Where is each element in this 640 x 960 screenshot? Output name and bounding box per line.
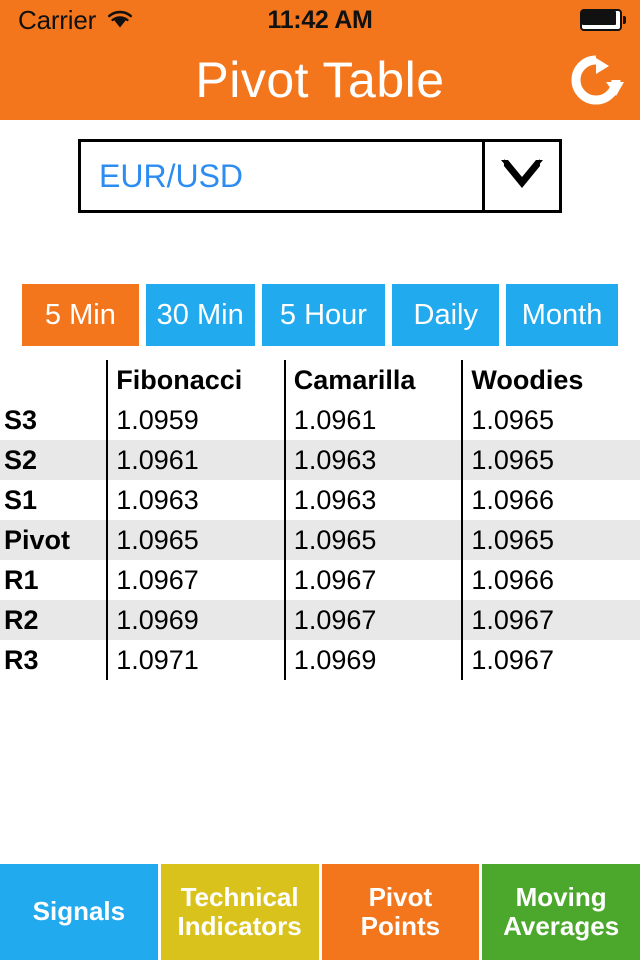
cell-pivot-camarilla: 1.0965 [284,520,464,560]
bottom-tab-pivot-points[interactable]: Pivot Points [321,864,480,960]
row-label-s2: S2 [0,440,109,480]
cell-r1-woodies: 1.0966 [471,564,554,595]
cell-r3-woodies: 1.0967 [471,644,554,675]
cell-r3-fibonacci: 1.0971 [107,640,286,680]
table-header-row: Fibonacci Camarilla Woodies [0,360,640,400]
row-label-s1: S1 [0,480,109,520]
cell-r2-woodies: 1.0967 [462,600,640,640]
timeframe-tab-label: Daily [413,298,478,331]
cell-s1-fibonacci: 1.0963 [107,480,286,520]
cell-s2-woodies: 1.0965 [462,440,640,480]
cell-r1-fibonacci: 1.0967 [107,560,286,600]
cell-pivot-woodies: 1.0965 [462,520,640,560]
bottom-tab-signals[interactable]: Signals [0,864,158,960]
chevron-down-icon [498,157,546,196]
timeframe-tab-5hour[interactable]: 5 Hour [261,284,386,346]
bottom-tab-bar: Signals Technical Indicators Pivot Point… [0,864,640,960]
symbol-dropdown-button[interactable] [482,139,562,213]
bottom-tab-label: Pivot Points [360,881,441,941]
symbol-field[interactable]: EUR/USD [78,139,482,213]
timeframe-tab-month[interactable]: Month [506,284,618,346]
table-row: S1 1.0963 1.0963 1.0966 [0,480,640,520]
status-bar-center: 11:42 AM [0,0,640,40]
cell-s3-camarilla: 1.0961 [284,400,464,440]
bottom-tab-label: Moving Averages [503,881,620,941]
symbol-value: EUR/USD [99,157,244,194]
bottom-tab-label: Technical Indicators [177,881,302,941]
table-row: S2 1.0961 1.0963 1.0965 [0,440,640,480]
table-row: R1 1.0967 1.0967 1.0966 [0,560,640,600]
bottom-tab-moving-averages[interactable]: Moving Averages [482,864,640,960]
timeframe-tab-label: Month [521,298,603,331]
table-corner-cell [0,360,109,400]
bottom-tab-technical-indicators[interactable]: Technical Indicators [160,864,319,960]
row-label-r2: R2 [0,600,109,640]
timeframe-tabs: 5 Min 30 Min 5 Hour Daily Month [22,284,618,346]
cell-s2-fibonacci: 1.0961 [107,440,286,480]
timeframe-tab-daily[interactable]: Daily [392,284,500,346]
row-label-r1: R1 [0,560,109,600]
timeframe-tab-label: 5 Min [44,298,116,331]
cell-r2-fibonacci: 1.0969 [107,600,286,640]
table-header: Fibonacci Camarilla Woodies [0,360,640,400]
refresh-button[interactable] [566,52,626,112]
navigation-bar: Pivot Table [0,40,640,120]
cell-s1-woodies: 1.0966 [471,484,554,515]
symbol-selector[interactable]: EUR/USD [78,139,562,213]
battery-full-icon [580,9,626,31]
cell-r1-camarilla: 1.0967 [284,560,464,600]
clock-label: 11:42 AM [267,5,373,34]
cell-r2-camarilla: 1.0967 [284,600,464,640]
table-row: R2 1.0969 1.0967 1.0967 [0,600,640,640]
timeframe-tab-5min[interactable]: 5 Min [22,284,139,346]
table-row: Pivot 1.0965 1.0965 1.0965 [0,520,640,560]
page-title: Pivot Table [195,52,445,108]
column-header-fibonacci: Fibonacci [107,360,286,400]
row-label-pivot: Pivot [0,520,109,560]
status-bar-right [580,0,626,40]
table-row: R3 1.0971 1.0969 1.0967 [0,640,640,680]
cell-r3-camarilla: 1.0969 [284,640,464,680]
cell-s3-fibonacci: 1.0959 [107,400,286,440]
row-label-s3: S3 [0,400,109,440]
cell-s2-camarilla: 1.0963 [284,440,464,480]
cell-s1-camarilla: 1.0963 [284,480,464,520]
pivot-points-table: Fibonacci Camarilla Woodies S3 1.0959 1.… [0,360,640,680]
status-bar: Carrier 11:42 AM [0,0,640,40]
refresh-icon [568,52,624,113]
table-row: S3 1.0959 1.0961 1.0965 [0,400,640,440]
column-header-camarilla: Camarilla [284,360,464,400]
timeframe-tab-30min[interactable]: 30 Min [145,284,255,346]
cell-s3-woodies: 1.0965 [471,404,554,435]
table-body: S3 1.0959 1.0961 1.0965 S2 1.0961 1.0963… [0,400,640,680]
timeframe-tab-label: 5 Hour [279,298,367,331]
bottom-tab-label: Signals [32,896,126,927]
column-header-woodies: Woodies [471,364,584,395]
row-label-r3: R3 [0,640,109,680]
timeframe-tab-label: 30 Min [156,298,244,331]
cell-pivot-fibonacci: 1.0965 [107,520,286,560]
app-root: Carrier 11:42 AM Pivot Table EUR/USD 5 M… [0,0,640,960]
